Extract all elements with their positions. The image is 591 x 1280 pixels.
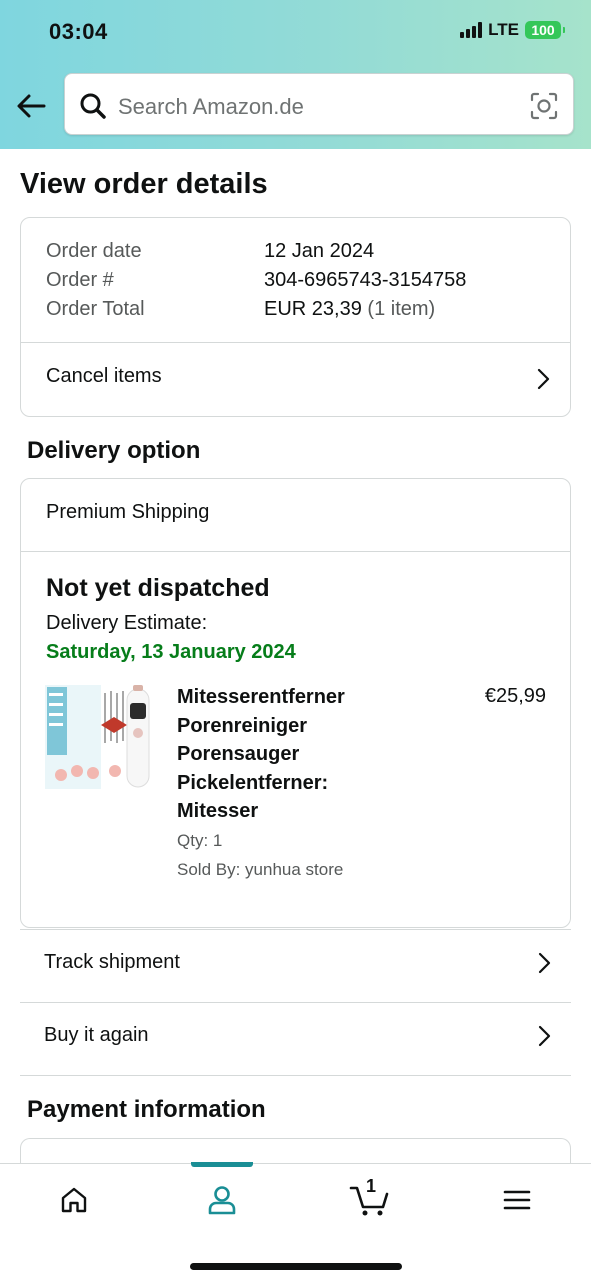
chevron-right-icon [537,368,550,390]
product-title-line: Pickelentferner: [177,771,329,794]
cart-count-badge: 1 [366,1176,377,1196]
divider [21,551,570,552]
product-quantity: Qty: 1 [177,831,223,850]
product-title-line: Mitesserentferner [177,686,345,708]
cancel-items-row[interactable]: Cancel items [21,343,570,416]
status-time: 03:04 [49,19,108,44]
buy-it-again-row[interactable]: Buy it again [20,1003,571,1075]
search-input[interactable]: Search Amazon.de [118,94,304,120]
camera-scan-icon[interactable] [529,91,559,121]
order-summary-card: Order date 12 Jan 2024 Order # 304-69657… [20,217,571,417]
order-date-label: Order date [46,240,142,262]
bottom-nav: 1 [0,1162,591,1280]
order-number-value: 304-6965743-3154758 [264,269,467,291]
search-bar[interactable]: Search Amazon.de [64,73,574,135]
network-label: LTE [488,20,519,39]
signal-icon [460,22,483,38]
product-title-line: Porenreiniger [177,714,308,737]
buy-it-again-label: Buy it again [44,1024,149,1046]
battery-icon: 100 [525,21,565,39]
track-shipment-label: Track shipment [44,951,180,973]
order-total-value: EUR 23,39 (1 item) [264,298,435,321]
delivery-estimate-label: Delivery Estimate: [46,612,208,634]
home-indicator [190,1263,402,1270]
active-tab-indicator [191,1162,253,1167]
cancel-items-label: Cancel items [46,365,162,387]
nav-menu[interactable] [495,1178,539,1222]
product-title-line: Mitesser [177,800,259,823]
order-total-label: Order Total [46,298,145,320]
delivery-estimate-date: Saturday, 13 January 2024 [46,641,296,663]
order-number-label: Order # [46,269,114,291]
shipping-method: Premium Shipping [46,501,210,523]
back-arrow-icon[interactable] [14,88,50,124]
home-icon [61,1187,87,1213]
nav-home[interactable] [52,1178,96,1222]
product-title[interactable]: Mitesserentferner Porenreiniger Porensau… [177,683,427,826]
product-seller: Sold By: yunhua store [177,860,344,879]
order-date-value: 12 Jan 2024 [264,240,375,262]
user-icon [208,1186,236,1215]
header-bar: 03:04 LTE 100 Search Amazon.de [0,0,591,149]
shipment-status: Not yet dispatched [46,574,270,602]
page-title: View order details [20,168,268,200]
track-shipment-row[interactable]: Track shipment [20,930,571,1002]
search-icon [80,93,106,119]
delivery-section-title: Delivery option [27,437,201,464]
payment-section-title: Payment information [27,1096,266,1123]
menu-icon [503,1190,531,1210]
divider [20,1075,571,1076]
chevron-right-icon [538,1025,551,1047]
order-total-item-count: (1 item) [367,298,436,320]
chevron-right-icon [538,952,551,974]
product-price: €25,99 [484,685,546,707]
product-image[interactable] [45,683,153,795]
product-title-line: Porensauger [177,743,300,766]
order-total-amount: EUR 23,39 [264,298,362,320]
status-indicators: LTE 100 [460,20,565,40]
delivery-card: Premium Shipping Not yet dispatched Deli… [20,478,571,928]
nav-account[interactable] [200,1178,244,1222]
